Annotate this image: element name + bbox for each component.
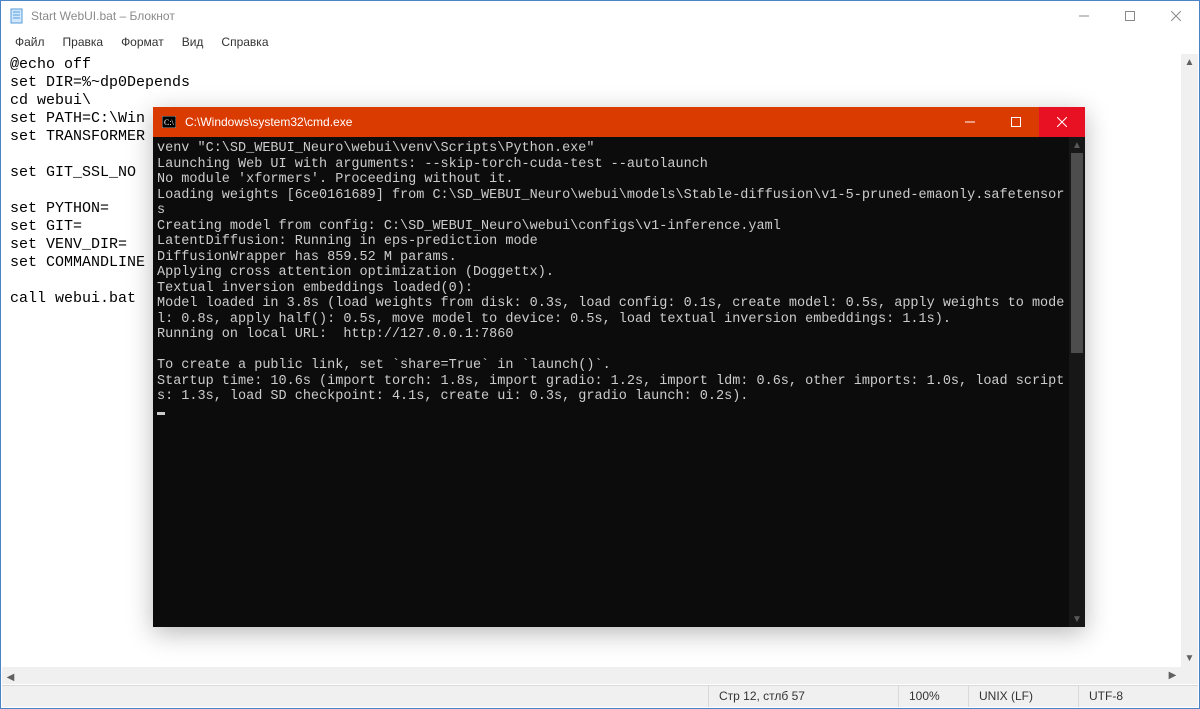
status-eol: UNIX (LF) xyxy=(968,686,1078,707)
scroll-right-icon[interactable]: ▶ xyxy=(1164,667,1181,684)
menu-edit[interactable]: Правка xyxy=(55,33,112,51)
menu-file[interactable]: Файл xyxy=(7,33,53,51)
desktop: Start WebUI.bat – Блокнот Файл Правка Фо… xyxy=(0,0,1200,709)
cmd-titlebar[interactable]: C:\ C:\Windows\system32\cmd.exe xyxy=(153,107,1085,137)
cmd-cursor xyxy=(157,412,165,415)
notepad-minimize-button[interactable] xyxy=(1061,1,1107,31)
cmd-minimize-button[interactable] xyxy=(947,107,993,137)
cmd-title: C:\Windows\system32\cmd.exe xyxy=(185,115,352,129)
cmd-close-button[interactable] xyxy=(1039,107,1085,137)
scroll-thumb[interactable] xyxy=(1071,153,1083,353)
status-encoding: UTF-8 xyxy=(1078,686,1198,707)
cmd-output[interactable]: venv "C:\SD_WEBUI_Neuro\webui\venv\Scrip… xyxy=(157,141,1067,420)
notepad-app-icon xyxy=(9,8,25,24)
status-position: Стр 12, стлб 57 xyxy=(708,686,898,707)
scroll-up-icon[interactable]: ▲ xyxy=(1069,137,1085,153)
notepad-vertical-scrollbar[interactable]: ▲ ▼ xyxy=(1181,54,1198,667)
notepad-maximize-button[interactable] xyxy=(1107,1,1153,31)
cmd-maximize-button[interactable] xyxy=(993,107,1039,137)
scroll-up-icon[interactable]: ▲ xyxy=(1181,54,1198,71)
notepad-title: Start WebUI.bat – Блокнот xyxy=(31,9,175,23)
menu-view[interactable]: Вид xyxy=(174,33,212,51)
notepad-titlebar[interactable]: Start WebUI.bat – Блокнот xyxy=(1,1,1199,31)
status-zoom: 100% xyxy=(898,686,968,707)
scroll-corner xyxy=(1181,667,1198,684)
cmd-window[interactable]: C:\ C:\Windows\system32\cmd.exe venv "C:… xyxy=(153,107,1085,627)
menu-format[interactable]: Формат xyxy=(113,33,172,51)
svg-text:C:\: C:\ xyxy=(164,118,175,127)
notepad-horizontal-scrollbar[interactable]: ◀ ▶ xyxy=(2,667,1181,684)
scroll-down-icon[interactable]: ▼ xyxy=(1181,650,1198,667)
notepad-menubar: Файл Правка Формат Вид Справка xyxy=(1,31,1199,53)
scroll-down-icon[interactable]: ▼ xyxy=(1069,611,1085,627)
scroll-left-icon[interactable]: ◀ xyxy=(2,669,19,686)
cmd-vertical-scrollbar[interactable]: ▲ ▼ xyxy=(1069,137,1085,627)
menu-help[interactable]: Справка xyxy=(213,33,276,51)
cmd-body: venv "C:\SD_WEBUI_Neuro\webui\venv\Scrip… xyxy=(153,137,1085,627)
notepad-statusbar: Стр 12, стлб 57 100% UNIX (LF) UTF-8 xyxy=(2,685,1198,707)
cmd-app-icon: C:\ xyxy=(161,114,177,130)
notepad-close-button[interactable] xyxy=(1153,1,1199,31)
cmd-output-text: venv "C:\SD_WEBUI_Neuro\webui\venv\Scrip… xyxy=(157,141,1064,404)
